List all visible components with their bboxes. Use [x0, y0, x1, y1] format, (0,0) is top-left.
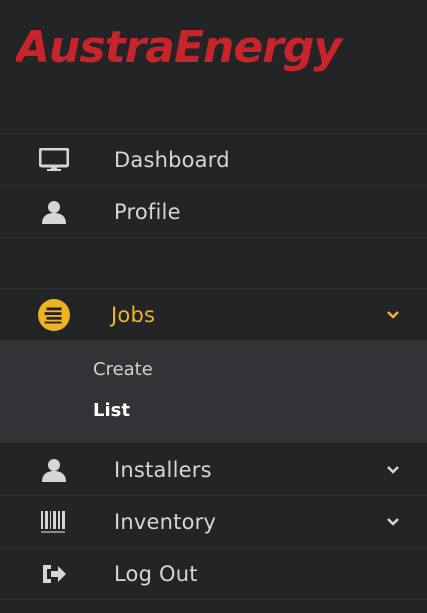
chevron-down-icon: [386, 444, 400, 495]
nav-item-logout[interactable]: Log Out: [0, 548, 427, 599]
submenu-item-list[interactable]: List: [93, 400, 130, 421]
nav-item-profile[interactable]: Profile: [0, 186, 427, 237]
sidebar: AustraEnergy Dashboard Profile Jobs Crea…: [0, 0, 427, 613]
nav-item-label: Jobs: [111, 302, 156, 327]
chevron-down-icon: [386, 289, 400, 340]
nav-item-installers[interactable]: Installers: [0, 444, 427, 495]
nav-item-label: Dashboard: [114, 147, 230, 172]
jobs-submenu: Create List: [0, 340, 427, 443]
user-icon: [38, 196, 70, 228]
logo-wordmark: AustraEnergy: [16, 22, 345, 72]
nav-item-label: Installers: [114, 457, 212, 482]
nav-item-dashboard[interactable]: Dashboard: [0, 134, 427, 185]
user-icon: [38, 454, 70, 486]
nav-item-jobs[interactable]: Jobs: [0, 289, 427, 340]
jobs-icon: [38, 298, 70, 331]
submenu-item-create[interactable]: Create: [93, 359, 153, 380]
chevron-down-icon: [386, 496, 400, 547]
barcode-icon: [38, 506, 70, 538]
brand-logo[interactable]: AustraEnergy: [0, 0, 427, 95]
nav-item-label: Log Out: [114, 561, 198, 586]
svg-text:AustraEnergy: AustraEnergy: [16, 22, 344, 72]
logo-part-energy: Energy: [174, 22, 344, 72]
nav-item-label: Inventory: [114, 509, 217, 534]
monitor-icon: [38, 144, 70, 176]
nav-item-label: Profile: [114, 199, 181, 224]
logo-part-austra: Austra: [16, 22, 174, 72]
nav-item-inventory[interactable]: Inventory: [0, 496, 427, 547]
logout-icon: [38, 558, 70, 590]
